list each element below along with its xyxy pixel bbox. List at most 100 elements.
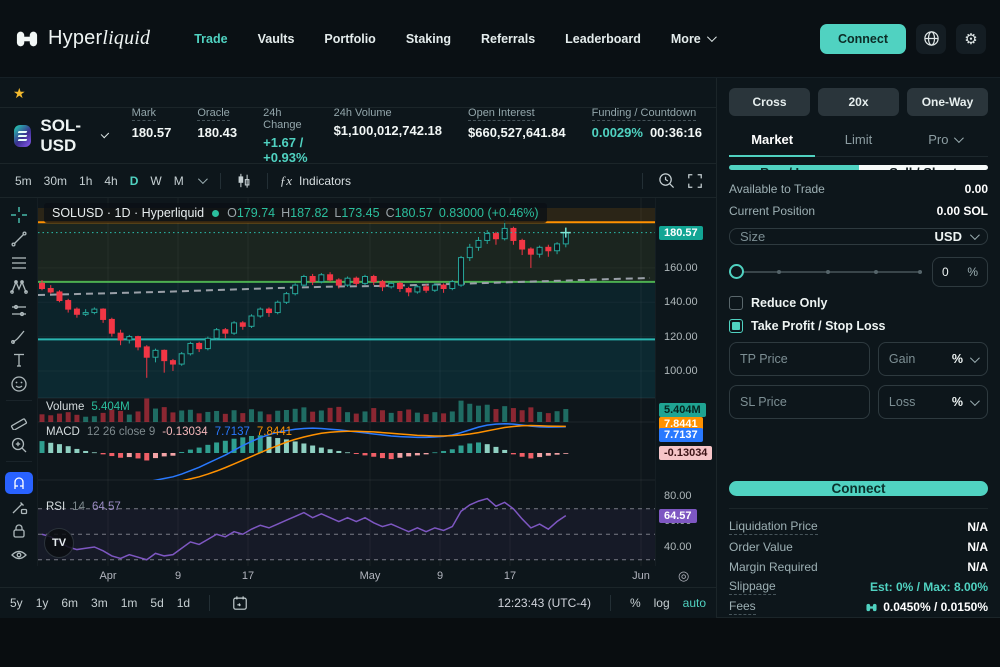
symbol-selector[interactable]: SOL-USD (14, 116, 106, 156)
language-button[interactable] (916, 24, 946, 54)
buy-long-button[interactable]: Buy / Long (729, 165, 859, 170)
magnet-tool[interactable] (5, 472, 33, 494)
size-slider[interactable] (729, 264, 922, 280)
order-details: Liquidation PriceN/AOrder ValueN/AMargin… (729, 508, 988, 617)
margin-mode-button[interactable]: Cross (729, 88, 810, 116)
slider-percent-box[interactable]: 0 % (932, 257, 988, 287)
tab-market[interactable]: Market (729, 124, 815, 156)
favorites-row: ★ (0, 78, 716, 108)
xabcd-pattern-tool[interactable] (5, 276, 33, 298)
toolbar-divider (6, 400, 32, 405)
tab-limit[interactable]: Limit (815, 124, 901, 156)
chevron-down-icon (100, 130, 108, 138)
axis-label: 80.00 (664, 490, 692, 502)
range-5d[interactable]: 5d (150, 596, 163, 610)
zoom-in-tool[interactable] (5, 434, 33, 456)
gain-field[interactable]: Gain % (878, 342, 988, 376)
time-label-jun: Jun (632, 570, 650, 582)
favorite-star-icon[interactable]: ★ (13, 86, 26, 100)
tp-price-input[interactable] (740, 352, 859, 366)
nav-item-referrals[interactable]: Referrals (481, 32, 535, 46)
trend-line-tool[interactable] (5, 228, 33, 250)
ticker-bar: SOL-USD Mark180.57Oracle180.4324h Change… (0, 108, 716, 164)
stat-label: Oracle (197, 107, 229, 121)
range-6m[interactable]: 6m (61, 596, 78, 610)
chart-plot[interactable]: SOLUSD · 1D · Hyperliquid O179.74 H187.8… (38, 198, 655, 566)
time-axis[interactable]: ◎ Apr917May917Jun (0, 566, 716, 588)
go-to-date-button[interactable] (229, 595, 251, 611)
brush-tool[interactable] (5, 325, 33, 347)
log-scale-button[interactable]: log (654, 596, 670, 610)
timeframe-m[interactable]: M (169, 171, 189, 191)
position-value: 0.00 SOL (937, 204, 988, 218)
detail-label: Liquidation Price (729, 519, 818, 535)
timeframe-1h[interactable]: 1h (74, 171, 97, 191)
range-5y[interactable]: 5y (10, 596, 23, 610)
timeframe-30m[interactable]: 30m (39, 171, 72, 191)
ruler-tool[interactable] (5, 410, 33, 432)
connect-button[interactable]: Connect (820, 24, 906, 54)
position-mode-button[interactable]: One-Way (907, 88, 988, 116)
candle-style-button[interactable] (233, 172, 255, 189)
settings-button[interactable]: ⚙ (956, 24, 986, 54)
tab-pro[interactable]: Pro (902, 124, 988, 156)
price-chart[interactable] (38, 198, 655, 566)
toolbar-divider (6, 461, 32, 466)
stat-value: 0.0029%00:36:16 (592, 125, 702, 140)
size-currency[interactable]: USD (935, 229, 962, 244)
stat-value: 180.57 (132, 125, 172, 140)
long-position-tool[interactable] (5, 300, 33, 322)
detail-label: Order Value (729, 540, 793, 554)
pencil-lock-tool[interactable] (5, 496, 33, 518)
divider (642, 173, 643, 189)
timeframe-4h[interactable]: 4h (99, 171, 122, 191)
range-3m[interactable]: 3m (91, 596, 108, 610)
nav-item-more[interactable]: More (671, 32, 714, 46)
timeframe-w[interactable]: W (145, 171, 166, 191)
timeframe-list: 5m30m1h4hDWM (10, 171, 189, 191)
sell-short-button[interactable]: Sell / Short (859, 165, 989, 170)
fib-retracement-tool[interactable] (5, 252, 33, 274)
nav-item-portfolio[interactable]: Portfolio (324, 32, 375, 46)
panel-connect-button[interactable]: Connect (729, 481, 988, 496)
nav-item-staking[interactable]: Staking (406, 32, 451, 46)
globe-icon (923, 30, 940, 47)
range-1d[interactable]: 1d (177, 596, 190, 610)
pencil-lock-icon (10, 498, 28, 516)
nav-item-trade[interactable]: Trade (194, 32, 227, 46)
fullscreen-button[interactable] (684, 173, 706, 189)
chevron-down-icon (707, 32, 717, 42)
clock-display[interactable]: 12:23:43 (UTC-4) (498, 596, 591, 610)
lock-tool[interactable] (5, 520, 33, 542)
slider-thumb[interactable] (729, 264, 744, 279)
axis-badge: 7.7137 (659, 428, 703, 442)
timeframe-5m[interactable]: 5m (10, 171, 37, 191)
timeframe-more-button[interactable] (195, 177, 208, 184)
nav-item-leaderboard[interactable]: Leaderboard (565, 32, 641, 46)
text-tool[interactable] (5, 349, 33, 371)
tradingview-logo[interactable]: TV (44, 528, 74, 558)
emoji-tool[interactable] (5, 373, 33, 395)
crosshair-tool[interactable] (5, 204, 33, 226)
eye-tool[interactable] (5, 544, 33, 566)
range-1y[interactable]: 1y (36, 596, 49, 610)
hyperliquid-logo[interactable]: Hyperliquid (14, 27, 150, 50)
leverage-button[interactable]: 20x (818, 88, 899, 116)
percent-scale-button[interactable]: % (630, 596, 641, 610)
range-1m[interactable]: 1m (121, 596, 138, 610)
indicators-button[interactable]: ƒx Indicators (280, 173, 351, 189)
rsi-legend: RSI 14 64.57 (46, 501, 121, 513)
price-axis[interactable]: 160.00140.00120.00100.0080.0060.0040.001… (655, 198, 716, 566)
go-to-realtime-icon[interactable]: ◎ (678, 568, 689, 584)
auto-scale-button[interactable]: auto (683, 596, 706, 610)
reset-zoom-button[interactable] (655, 172, 678, 189)
sl-price-input[interactable] (740, 395, 859, 409)
nav-item-vaults[interactable]: Vaults (258, 32, 295, 46)
reduce-only-checkbox[interactable]: Reduce Only (729, 296, 988, 310)
gear-icon: ⚙ (964, 30, 977, 48)
size-input[interactable] (740, 229, 927, 244)
tpsl-checkbox[interactable]: Take Profit / Stop Loss (729, 319, 988, 333)
time-label-17: 17 (242, 570, 254, 582)
timeframe-d[interactable]: D (125, 171, 144, 191)
loss-field[interactable]: Loss % (878, 385, 988, 419)
